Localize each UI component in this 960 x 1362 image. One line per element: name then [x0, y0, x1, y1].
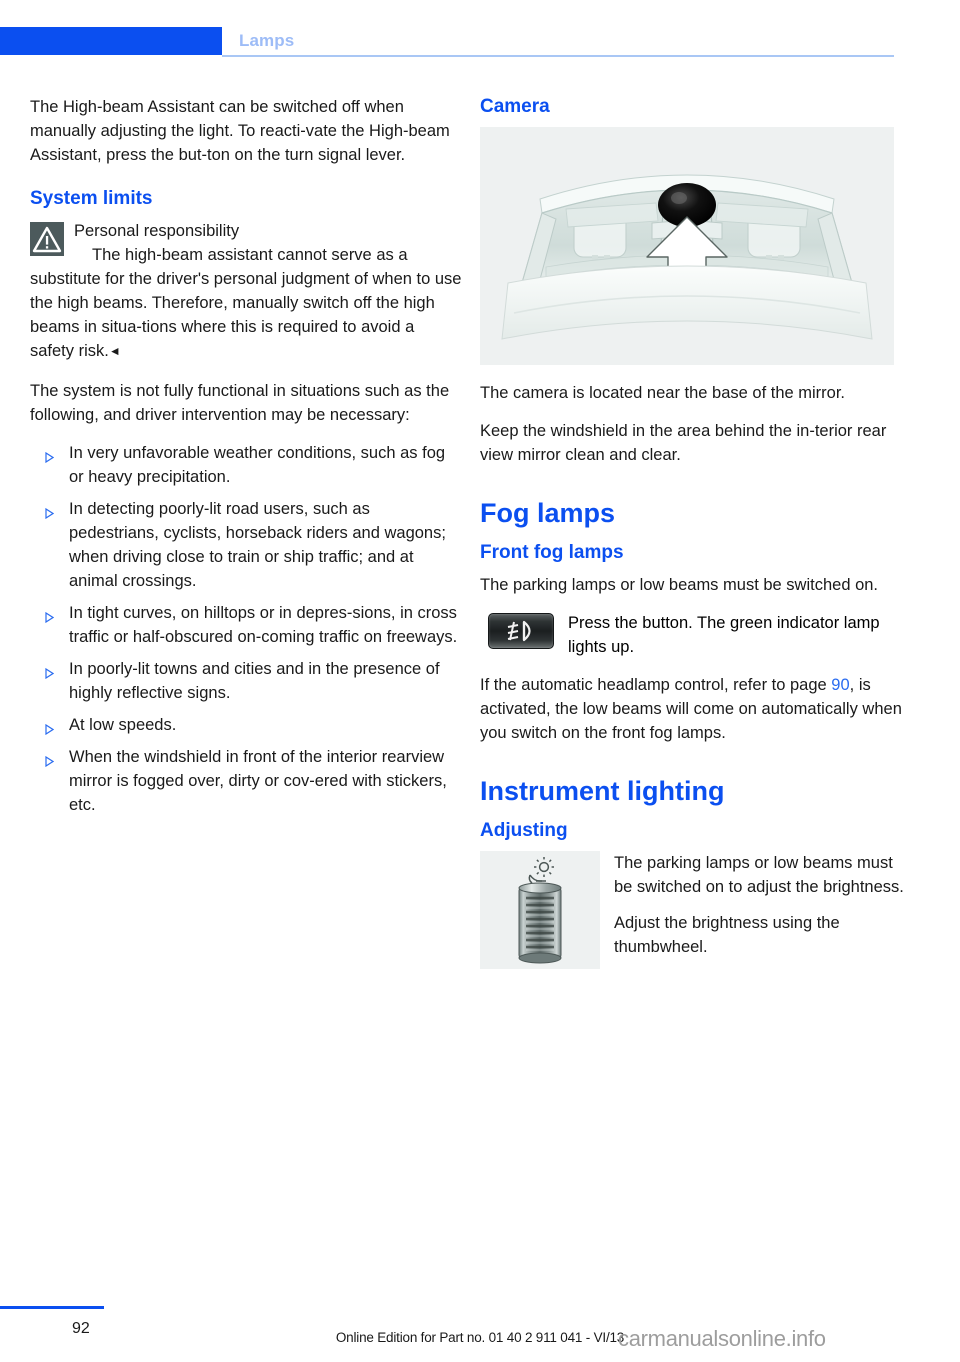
- list-item: In tight curves, on hilltops or in depre…: [30, 601, 462, 649]
- list-item: In poorly-lit towns and cities and in th…: [30, 657, 462, 705]
- header-chapter-block: [0, 27, 222, 55]
- triangle-bullet-icon: [37, 714, 54, 735]
- triangle-bullet-icon: [37, 746, 54, 767]
- page-cross-reference-link[interactable]: 90: [831, 676, 849, 694]
- thumbwheel-paragraph-2: Adjust the brightness using the thumbwhe…: [614, 914, 840, 956]
- front-fog-paragraph: The parking lamps or low beams must be s…: [480, 576, 879, 594]
- system-limits-bullet-list: In very unfavorable weather conditions, …: [30, 441, 462, 817]
- left-column: The High-beam Assistant can be switched …: [30, 95, 462, 825]
- list-item-label: When the windshield in front of the inte…: [69, 748, 447, 814]
- heading-camera: Camera: [480, 96, 550, 117]
- thumbwheel-row: The parking lamps or low beams must be s…: [480, 851, 912, 971]
- heading-system-limits: System limits: [30, 188, 153, 209]
- heading-instrument-lighting: Instrument lighting: [480, 776, 725, 806]
- warning-block: Personal responsibility The high-beam as…: [30, 219, 462, 363]
- windshield-camera-illustration: [480, 127, 894, 365]
- warning-triangle-icon: [30, 222, 64, 256]
- header-section-label: Lamps: [239, 31, 295, 50]
- header-divider-rule: [222, 55, 894, 57]
- triangle-bullet-icon: [37, 602, 54, 623]
- list-item: At low speeds.: [30, 713, 462, 737]
- triangle-bullet-icon: [37, 442, 54, 463]
- thumbwheel-description: The parking lamps or low beams must be s…: [614, 851, 912, 971]
- camera-paragraph-1: The camera is located near the base of t…: [480, 384, 846, 402]
- camera-paragraph-2: Keep the windshield in the area behind t…: [480, 422, 887, 464]
- list-item-label: In poorly-lit towns and cities and in th…: [69, 660, 440, 702]
- footer-rule: [0, 1306, 104, 1309]
- fog-button-row: Press the button. The green indicator la…: [480, 611, 912, 659]
- fog-button-description: Press the button. The green indicator la…: [568, 614, 880, 656]
- warning-body: The high-beam assistant cannot serve as …: [30, 243, 462, 363]
- front-fog-lamp-button-icon[interactable]: [488, 613, 554, 649]
- auto-headlamp-text-before: If the automatic headlamp control, refer…: [480, 676, 832, 694]
- heading-adjusting: Adjusting: [480, 820, 568, 841]
- heading-front-fog-lamps: Front fog lamps: [480, 542, 624, 563]
- list-item-label: In detecting poorly-lit road users, such…: [69, 500, 446, 590]
- heading-fog-lamps: Fog lamps: [480, 498, 616, 528]
- triangle-bullet-icon: [37, 498, 54, 519]
- page-header: Controls Lamps: [0, 27, 960, 55]
- right-column: Camera The camera is located near the ba…: [480, 95, 912, 971]
- warning-end-mark: ◄: [108, 344, 121, 358]
- watermark-text: carmanualsonline.info: [618, 1326, 826, 1351]
- list-item-label: In tight curves, on hilltops or in depre…: [69, 604, 458, 646]
- thumbwheel-paragraph-1: The parking lamps or low beams must be s…: [614, 854, 904, 896]
- list-item: In detecting poorly-lit road users, such…: [30, 497, 462, 593]
- list-item: In very unfavorable weather conditions, …: [30, 441, 462, 489]
- auto-headlamp-paragraph: If the automatic headlamp control, refer…: [480, 673, 912, 745]
- warning-title: Personal responsibility: [74, 222, 240, 240]
- list-item-label: In very unfavorable weather conditions, …: [69, 444, 446, 486]
- intro-paragraph: The High-beam Assistant can be switched …: [30, 98, 450, 164]
- list-item-label: At low speeds.: [69, 716, 177, 734]
- triangle-bullet-icon: [37, 658, 54, 679]
- instrument-lighting-thumbwheel-illustration: [480, 851, 600, 969]
- warning-body-text: The high-beam assistant cannot serve as …: [30, 246, 462, 360]
- header-chapter-label: Controls: [875, 31, 946, 50]
- list-item: When the windshield in front of the inte…: [30, 745, 462, 817]
- list-intro-paragraph: The system is not fully functional in si…: [30, 382, 450, 424]
